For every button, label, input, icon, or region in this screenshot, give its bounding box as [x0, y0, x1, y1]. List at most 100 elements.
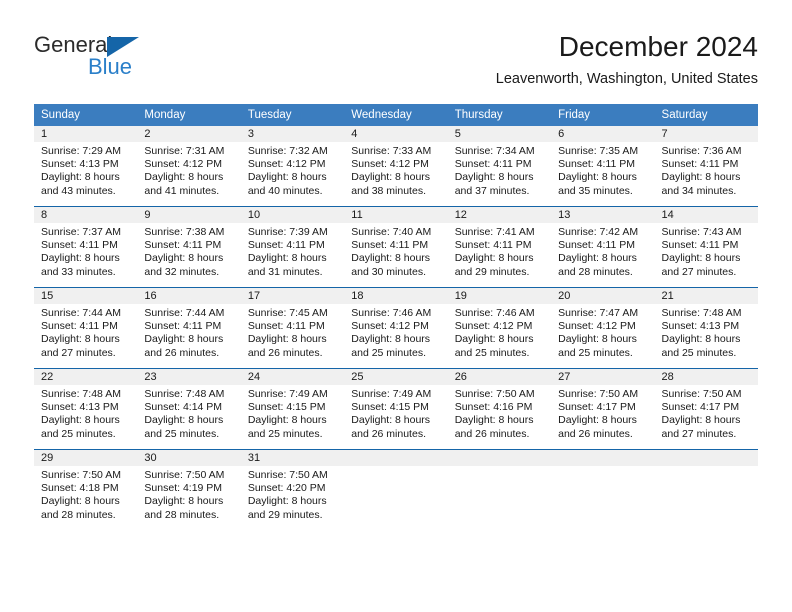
day-info: Sunrise: 7:37 AM Sunset: 4:11 PM Daylight:… [34, 223, 137, 279]
day-cell[interactable]: 23 Sunrise: 7:48 AM Sunset: 4:14 PM Dayligh… [137, 368, 241, 450]
day-cell-empty [654, 449, 758, 530]
day-number: 5 [447, 126, 552, 142]
day-cell[interactable]: 16 Sunrise: 7:44 AM Sunset: 4:11 PM Dayligh… [137, 287, 241, 369]
day-number: 6 [551, 126, 655, 142]
day-cell[interactable]: 15 Sunrise: 7:44 AM Sunset: 4:11 PM Dayligh… [34, 287, 138, 369]
sunset-text: Sunset: 4:13 PM [661, 320, 740, 333]
daylight-text-line2: and 26 minutes. [351, 427, 426, 440]
day-cell[interactable]: 19 Sunrise: 7:46 AM Sunset: 4:12 PM Dayligh… [447, 287, 552, 369]
daylight-text-line1: Daylight: 8 hours [454, 252, 534, 265]
day-number: 13 [551, 207, 655, 223]
sunrise-text: Sunrise: 7:39 AM [247, 226, 328, 238]
day-info: Sunrise: 7:44 AM Sunset: 4:11 PM Daylight:… [137, 304, 240, 360]
day-info: Sunrise: 7:41 AM Sunset: 4:11 PM Daylight:… [448, 223, 551, 279]
daylight-text-line1: Daylight: 8 hours [41, 333, 120, 346]
day-cell[interactable]: 21 Sunrise: 7:48 AM Sunset: 4:13 PM Dayligh… [654, 287, 758, 369]
sunset-text: Sunset: 4:11 PM [661, 239, 739, 252]
day-cell[interactable]: 9 Sunrise: 7:38 AM Sunset: 4:11 PM Daylight… [137, 206, 241, 288]
day-cell[interactable]: 22 Sunrise: 7:48 AM Sunset: 4:13 PM Dayligh… [34, 368, 138, 450]
sunrise-text: Sunrise: 7:50 AM [41, 469, 121, 481]
day-cell[interactable]: 5 Sunrise: 7:34 AM Sunset: 4:11 PM Daylight… [447, 126, 552, 207]
sunrise-text: Sunrise: 7:49 AM [351, 388, 432, 400]
day-cell[interactable]: 17 Sunrise: 7:45 AM Sunset: 4:11 PM Dayligh… [240, 287, 345, 369]
sunset-text: Sunset: 4:11 PM [454, 158, 532, 171]
day-cell[interactable]: 30 Sunrise: 7:50 AM Sunset: 4:19 PM Dayligh… [137, 449, 241, 530]
day-info: Sunrise: 7:42 AM Sunset: 4:11 PM Daylight:… [551, 223, 654, 279]
day-number: 26 [447, 369, 552, 385]
daylight-text-line1: Daylight: 8 hours [247, 333, 327, 346]
day-cell[interactable]: 25 Sunrise: 7:49 AM Sunset: 4:15 PM Dayligh… [344, 368, 448, 450]
day-cell[interactable]: 2 Sunrise: 7:31 AM Sunset: 4:12 PM Daylight… [137, 126, 241, 207]
sunset-text: Sunset: 4:13 PM [41, 158, 119, 171]
day-number: 16 [137, 288, 241, 304]
daylight-text-line2: and 25 minutes. [661, 346, 737, 359]
daylight-text-line1: Daylight: 8 hours [558, 333, 637, 346]
day-cell[interactable]: 3 Sunrise: 7:32 AM Sunset: 4:12 PM Daylight… [240, 126, 345, 207]
weekday-header-saturday: Saturday [654, 104, 758, 126]
daylight-text-line1: Daylight: 8 hours [144, 252, 224, 265]
daylight-text-line1: Daylight: 8 hours [351, 333, 431, 346]
day-cell[interactable]: 11 Sunrise: 7:40 AM Sunset: 4:11 PM Dayligh… [344, 206, 448, 288]
day-number: 8 [34, 207, 138, 223]
day-cell[interactable]: 14 Sunrise: 7:43 AM Sunset: 4:11 PM Dayligh… [654, 206, 758, 288]
daylight-text-line1: Daylight: 8 hours [661, 252, 741, 265]
day-number: 21 [654, 288, 758, 304]
day-cell[interactable]: 10 Sunrise: 7:39 AM Sunset: 4:11 PM Dayligh… [240, 206, 345, 288]
daylight-text-line2: and 27 minutes. [41, 346, 116, 359]
day-number: 19 [447, 288, 552, 304]
day-info: Sunrise: 7:33 AM Sunset: 4:12 PM Daylight:… [344, 142, 447, 198]
daylight-text-line2: and 26 minutes. [558, 427, 633, 440]
day-cell[interactable]: 7 Sunrise: 7:36 AM Sunset: 4:11 PM Daylight… [654, 126, 758, 207]
day-cell[interactable]: 27 Sunrise: 7:50 AM Sunset: 4:17 PM Dayligh… [551, 368, 655, 450]
day-info: Sunrise: 7:46 AM Sunset: 4:12 PM Daylight:… [448, 304, 551, 360]
logo-text-general: General [34, 32, 113, 57]
general-blue-logo[interactable]: General Blue [34, 34, 214, 86]
sunset-text: Sunset: 4:11 PM [144, 239, 222, 252]
day-cell[interactable]: 26 Sunrise: 7:50 AM Sunset: 4:16 PM Dayligh… [447, 368, 552, 450]
sunset-text: Sunset: 4:17 PM [661, 401, 740, 414]
day-number: 29 [34, 450, 138, 466]
sunset-text: Sunset: 4:12 PM [144, 158, 223, 171]
day-number: 2 [137, 126, 241, 142]
sunrise-text: Sunrise: 7:35 AM [558, 145, 639, 157]
daylight-text-line1: Daylight: 8 hours [41, 495, 120, 508]
daylight-text-line2: and 43 minutes. [41, 184, 116, 197]
daylight-text-line2: and 30 minutes. [351, 265, 426, 278]
day-cell[interactable]: 28 Sunrise: 7:50 AM Sunset: 4:17 PM Dayligh… [654, 368, 758, 450]
day-info: Sunrise: 7:49 AM Sunset: 4:15 PM Daylight:… [241, 385, 344, 441]
daylight-text-line1: Daylight: 8 hours [454, 333, 534, 346]
page-header: General Blue December 2024 Leavenworth, … [0, 0, 792, 100]
day-cell[interactable]: 24 Sunrise: 7:49 AM Sunset: 4:15 PM Dayligh… [240, 368, 345, 450]
sunrise-text: Sunrise: 7:46 AM [454, 307, 535, 319]
day-cell[interactable]: 18 Sunrise: 7:46 AM Sunset: 4:12 PM Dayligh… [344, 287, 448, 369]
day-cell[interactable]: 6 Sunrise: 7:35 AM Sunset: 4:11 PM Daylight… [551, 126, 655, 207]
day-info: Sunrise: 7:44 AM Sunset: 4:11 PM Daylight:… [34, 304, 137, 360]
day-cell[interactable]: 20 Sunrise: 7:47 AM Sunset: 4:12 PM Dayligh… [551, 287, 655, 369]
day-info: Sunrise: 7:38 AM Sunset: 4:11 PM Daylight:… [137, 223, 240, 279]
day-cell[interactable]: 12 Sunrise: 7:41 AM Sunset: 4:11 PM Dayligh… [447, 206, 552, 288]
sunrise-text: Sunrise: 7:43 AM [661, 226, 742, 238]
weekday-header-tuesday: Tuesday [240, 104, 345, 126]
day-number: 10 [240, 207, 345, 223]
daylight-text-line1: Daylight: 8 hours [558, 414, 637, 427]
sunset-text: Sunset: 4:15 PM [351, 401, 429, 414]
day-info: Sunrise: 7:48 AM Sunset: 4:14 PM Daylight:… [137, 385, 240, 441]
day-info: Sunrise: 7:50 AM Sunset: 4:17 PM Daylight:… [655, 385, 758, 441]
day-cell[interactable]: 4 Sunrise: 7:33 AM Sunset: 4:12 PM Daylight… [344, 126, 448, 207]
sunrise-text: Sunrise: 7:49 AM [247, 388, 328, 400]
day-cell[interactable]: 1 Sunrise: 7:29 AM Sunset: 4:13 PM Daylight… [34, 126, 138, 207]
daylight-text-line1: Daylight: 8 hours [41, 414, 120, 427]
day-cell[interactable]: 31 Sunrise: 7:50 AM Sunset: 4:20 PM Dayligh… [240, 449, 345, 530]
sunrise-text: Sunrise: 7:38 AM [144, 226, 225, 238]
weekday-header-thursday: Thursday [447, 104, 552, 126]
logo-text-blue: Blue [88, 54, 133, 79]
sunrise-text: Sunrise: 7:50 AM [558, 388, 639, 400]
daylight-text-line2: and 28 minutes. [144, 508, 220, 521]
day-number: 9 [137, 207, 241, 223]
day-cell[interactable]: 13 Sunrise: 7:42 AM Sunset: 4:11 PM Dayligh… [551, 206, 655, 288]
daylight-text-line1: Daylight: 8 hours [454, 414, 534, 427]
day-cell[interactable]: 8 Sunrise: 7:37 AM Sunset: 4:11 PM Daylight… [34, 206, 138, 288]
day-info: Sunrise: 7:48 AM Sunset: 4:13 PM Daylight:… [34, 385, 137, 441]
sunset-text: Sunset: 4:12 PM [247, 158, 326, 171]
day-cell[interactable]: 29 Sunrise: 7:50 AM Sunset: 4:18 PM Dayligh… [34, 449, 138, 530]
